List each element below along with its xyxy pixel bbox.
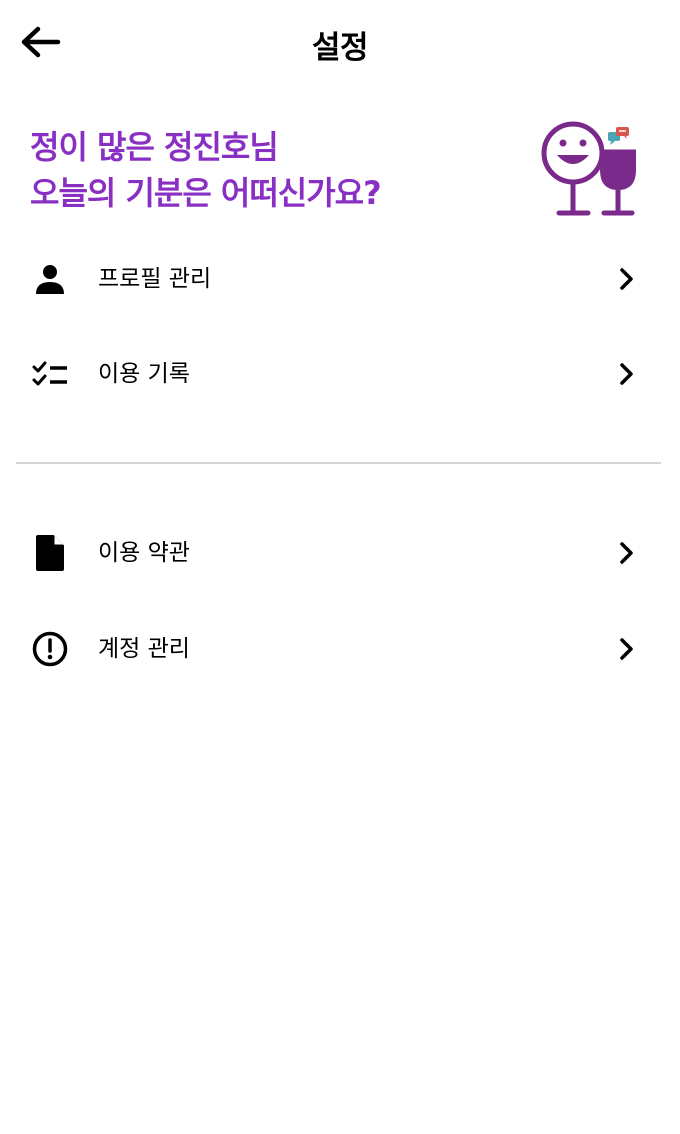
menu-item-label: 이용 약관 [98, 540, 190, 566]
page-title: 설정 [311, 30, 369, 66]
menu-item-account[interactable]: 계정 관리 [0, 616, 680, 682]
app-header: 설정 [0, 0, 680, 86]
alert-circle-icon [30, 631, 70, 667]
menu-item-profile[interactable]: 프로필 관리 [0, 246, 680, 312]
menu-item-label: 프로필 관리 [98, 266, 212, 292]
greeting-line-1: 정이 많은 정진호님 [30, 128, 279, 166]
chevron-right-icon [614, 266, 640, 292]
menu-item-label: 이용 기록 [98, 361, 190, 387]
menu-item-terms[interactable]: 이용 약관 [0, 520, 680, 586]
wine-mascot-illustration [541, 121, 636, 216]
person-icon [30, 261, 70, 297]
menu-item-label: 계정 관리 [98, 636, 190, 662]
document-icon [30, 535, 70, 571]
chevron-right-icon [614, 361, 640, 387]
menu-item-usage-history[interactable]: 이용 기록 [0, 341, 680, 407]
greeting: 정이 많은 정진호님 오늘의 기분은 어떠신가요? [30, 124, 510, 216]
chevron-right-icon [614, 540, 640, 566]
section-divider [16, 462, 661, 464]
greeting-line-2: 오늘의 기분은 어떠신가요? [30, 174, 382, 212]
checklist-icon [30, 356, 70, 392]
chevron-right-icon [614, 636, 640, 662]
